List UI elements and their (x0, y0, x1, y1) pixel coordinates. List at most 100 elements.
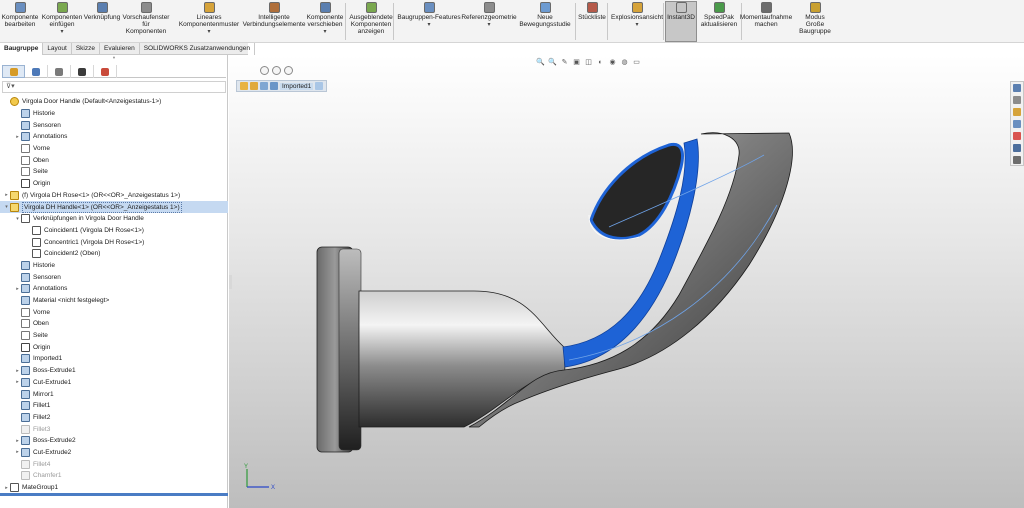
ribbon-button-speedpak-aktualisieren[interactable]: SpeedPak aktualisieren (697, 2, 741, 41)
tree-item-label: Coincident2 (Oben) (44, 250, 101, 258)
tree-item[interactable]: Fillet4 (0, 458, 228, 470)
handle-neck[interactable] (358, 290, 566, 428)
ribbon-button-lineares-komponentenmuster[interactable]: Lineares Komponentenmuster ▾ (174, 2, 244, 41)
tree-item[interactable]: Fillet1 (0, 400, 228, 412)
tree-item[interactable]: Virgola Door Handle (Default<Anzeigestat… (0, 96, 228, 108)
tree-item[interactable]: Historie (0, 108, 228, 120)
expand-toggle-icon[interactable]: ▸ (14, 286, 21, 292)
tree-item[interactable]: ▸ Boss-Extrude1 (0, 365, 228, 377)
expand-toggle-icon[interactable]: ▾ (3, 204, 10, 210)
ribbon-dropdown-arrow-icon[interactable]: ▾ (427, 22, 430, 28)
ribbon-button-vorschaufenster-für-komponenten[interactable]: Vorschaufenster für Komponenten (118, 2, 174, 41)
ribbon-button-komponente-verschieben[interactable]: Komponente verschieben ▾ (304, 2, 346, 41)
edit-component-icon (14, 2, 26, 13)
tab-layout[interactable]: Layout (43, 43, 72, 55)
ribbon-button-modus-große-baugruppe[interactable]: Modus Große Baugruppe (791, 2, 839, 41)
tree-item[interactable]: Sensoren (0, 271, 228, 283)
tree-item-label: Concentric1 (Virgola DH Rose<1>) (44, 238, 145, 246)
expand-toggle-icon[interactable]: ▸ (14, 438, 21, 444)
ribbon-button-komponenten-einfügen[interactable]: Komponenten einfügen ▾ (38, 2, 86, 41)
ribbon-button-intelligente-verbindungselemente[interactable]: Intelligente Verbindungselemente (243, 2, 305, 41)
expand-toggle-icon[interactable]: ▸ (14, 134, 21, 140)
mate-icon (32, 225, 41, 235)
feature-icon (21, 436, 30, 446)
tree-item[interactable]: ▾ Verknüpfungen in Virgola Door Handle (0, 213, 228, 225)
ribbon-button-stückliste[interactable]: Stückliste (576, 2, 608, 41)
configurationmanager-tab[interactable] (48, 65, 71, 78)
tree-item[interactable]: Coincident2 (Oben) (0, 248, 228, 260)
tab-baugruppe[interactable]: Baugruppe (0, 43, 44, 55)
ribbon-button-komponente-bearbeiten[interactable]: Komponente bearbeiten (2, 2, 38, 41)
displaymanager-tab[interactable] (94, 65, 117, 78)
ribbon-button-label: Lineares Komponentenmuster (178, 14, 240, 28)
graphics-area[interactable]: 🔍 🔍 ✎ ▣ ◫ ◐ ◉ ◍ ▭ Imported1 Y X (229, 55, 1024, 508)
tree-item[interactable]: Concentric1 (Virgola DH Rose<1>) (0, 236, 228, 248)
rose-component[interactable] (316, 246, 362, 453)
ribbon-button-referenzgeometrie[interactable]: Referenzgeometrie ▾ (461, 2, 517, 41)
tree-item[interactable]: Fillet3 (0, 423, 228, 435)
panel-gripper[interactable]: • (0, 55, 228, 64)
ribbon-button-explosionsansicht[interactable]: Explosionsansicht ▾ (610, 2, 664, 41)
tree-item[interactable]: Oben (0, 318, 228, 330)
triad-y-label: Y (244, 464, 248, 470)
tree-item[interactable]: ▸ MateGroup1 (0, 482, 228, 494)
tree-item[interactable]: Material <nicht festgelegt> (0, 295, 228, 307)
tree-item[interactable]: ▸ Annotations (0, 283, 228, 295)
ribbon-dropdown-arrow-icon[interactable]: ▾ (487, 22, 490, 28)
ribbon-dropdown-arrow-icon[interactable]: ▾ (323, 29, 326, 35)
feature-icon (21, 389, 30, 399)
filter-dropdown-icon[interactable]: ▾ (11, 83, 15, 90)
plane-icon (21, 331, 30, 341)
tab-evaluieren[interactable]: Evaluieren (100, 43, 140, 55)
mate-icon (32, 237, 41, 247)
tree-filter[interactable]: ⊽▾ (2, 81, 226, 93)
tree-item[interactable]: Origin (0, 178, 228, 190)
ribbon-button-label: Verknüpfung (83, 14, 121, 21)
tree-item[interactable]: Origin (0, 341, 228, 353)
tab-skizze[interactable]: Skizze (72, 43, 100, 55)
tree-item-label: Oben (33, 320, 49, 328)
dimxpertmanager-tab[interactable] (71, 65, 94, 78)
tree-item[interactable]: Coincident1 (Virgola DH Rose<1>) (0, 225, 228, 237)
tree-item[interactable]: ▾ Virgola DH Handle<1> (OR<<OR>_Anzeigest… (0, 201, 228, 213)
tree-item[interactable]: Imported1 (0, 353, 228, 365)
tree-item[interactable]: ▸ Boss-Extrude2 (0, 435, 228, 447)
ribbon-button-neue-bewegungsstudie[interactable]: Neue Bewegungsstudie (516, 2, 574, 41)
tree-item[interactable]: ▸ Annotations (0, 131, 228, 143)
ribbon-button-instant3d[interactable]: Instant3D (665, 1, 697, 42)
tree-item[interactable]: Vorne (0, 306, 228, 318)
tree-item[interactable]: Oben (0, 154, 228, 166)
tree-item[interactable]: Seite (0, 166, 228, 178)
tree-item-label: Oben (33, 156, 49, 164)
tree-item[interactable]: Sensoren (0, 119, 228, 131)
tree-item[interactable]: Chamfer1 (0, 470, 228, 482)
expand-toggle-icon[interactable]: ▾ (14, 216, 21, 222)
ribbon-dropdown-arrow-icon[interactable]: ▾ (207, 29, 210, 35)
ribbon-dropdown-arrow-icon[interactable]: ▾ (60, 29, 63, 35)
feature-icon (21, 132, 30, 142)
tree-item[interactable]: Historie (0, 260, 228, 272)
ribbon-button-baugruppen-features[interactable]: Baugruppen-Features ▾ (396, 2, 462, 41)
expand-toggle-icon[interactable]: ▸ (14, 368, 21, 374)
tree-item[interactable]: Mirror1 (0, 388, 228, 400)
tree-item[interactable]: Vorne (0, 143, 228, 155)
featuremanager-tab[interactable] (2, 65, 25, 78)
door-handle-model[interactable] (229, 55, 1024, 508)
propertymanager-tab[interactable] (25, 65, 48, 78)
ribbon-button-ausgeblendete-komponenten-anzeigen[interactable]: Ausgeblendete Komponenten anzeigen (347, 2, 395, 41)
tree-item-label: Historie (33, 110, 56, 118)
tree-item[interactable]: Seite (0, 330, 228, 342)
tab-solidworks-zusatzanwendungen[interactable]: SOLIDWORKS Zusatzanwendungen (140, 43, 255, 55)
ribbon-button-momentaufnahme-machen[interactable]: Momentaufnahme machen (740, 2, 792, 41)
ribbon-dropdown-arrow-icon[interactable]: ▾ (635, 22, 638, 28)
expand-toggle-icon[interactable]: ▸ (3, 192, 10, 198)
expand-toggle-icon[interactable]: ▸ (3, 485, 10, 491)
tree-item[interactable]: Fillet2 (0, 412, 228, 424)
expand-toggle-icon[interactable]: ▸ (14, 449, 21, 455)
tree-item[interactable]: ▸ Cut-Extrude1 (0, 377, 228, 389)
expand-toggle-icon[interactable]: ▸ (14, 379, 21, 385)
tree-item-label: Fillet1 (33, 402, 51, 410)
tree-item[interactable]: ▸ (f) Virgola DH Rose<1> (OR<<OR>_Anzeige… (0, 190, 228, 202)
ribbon-button-verknüpfung[interactable]: Verknüpfung (83, 2, 121, 41)
tree-item[interactable]: ▸ Cut-Extrude2 (0, 447, 228, 459)
